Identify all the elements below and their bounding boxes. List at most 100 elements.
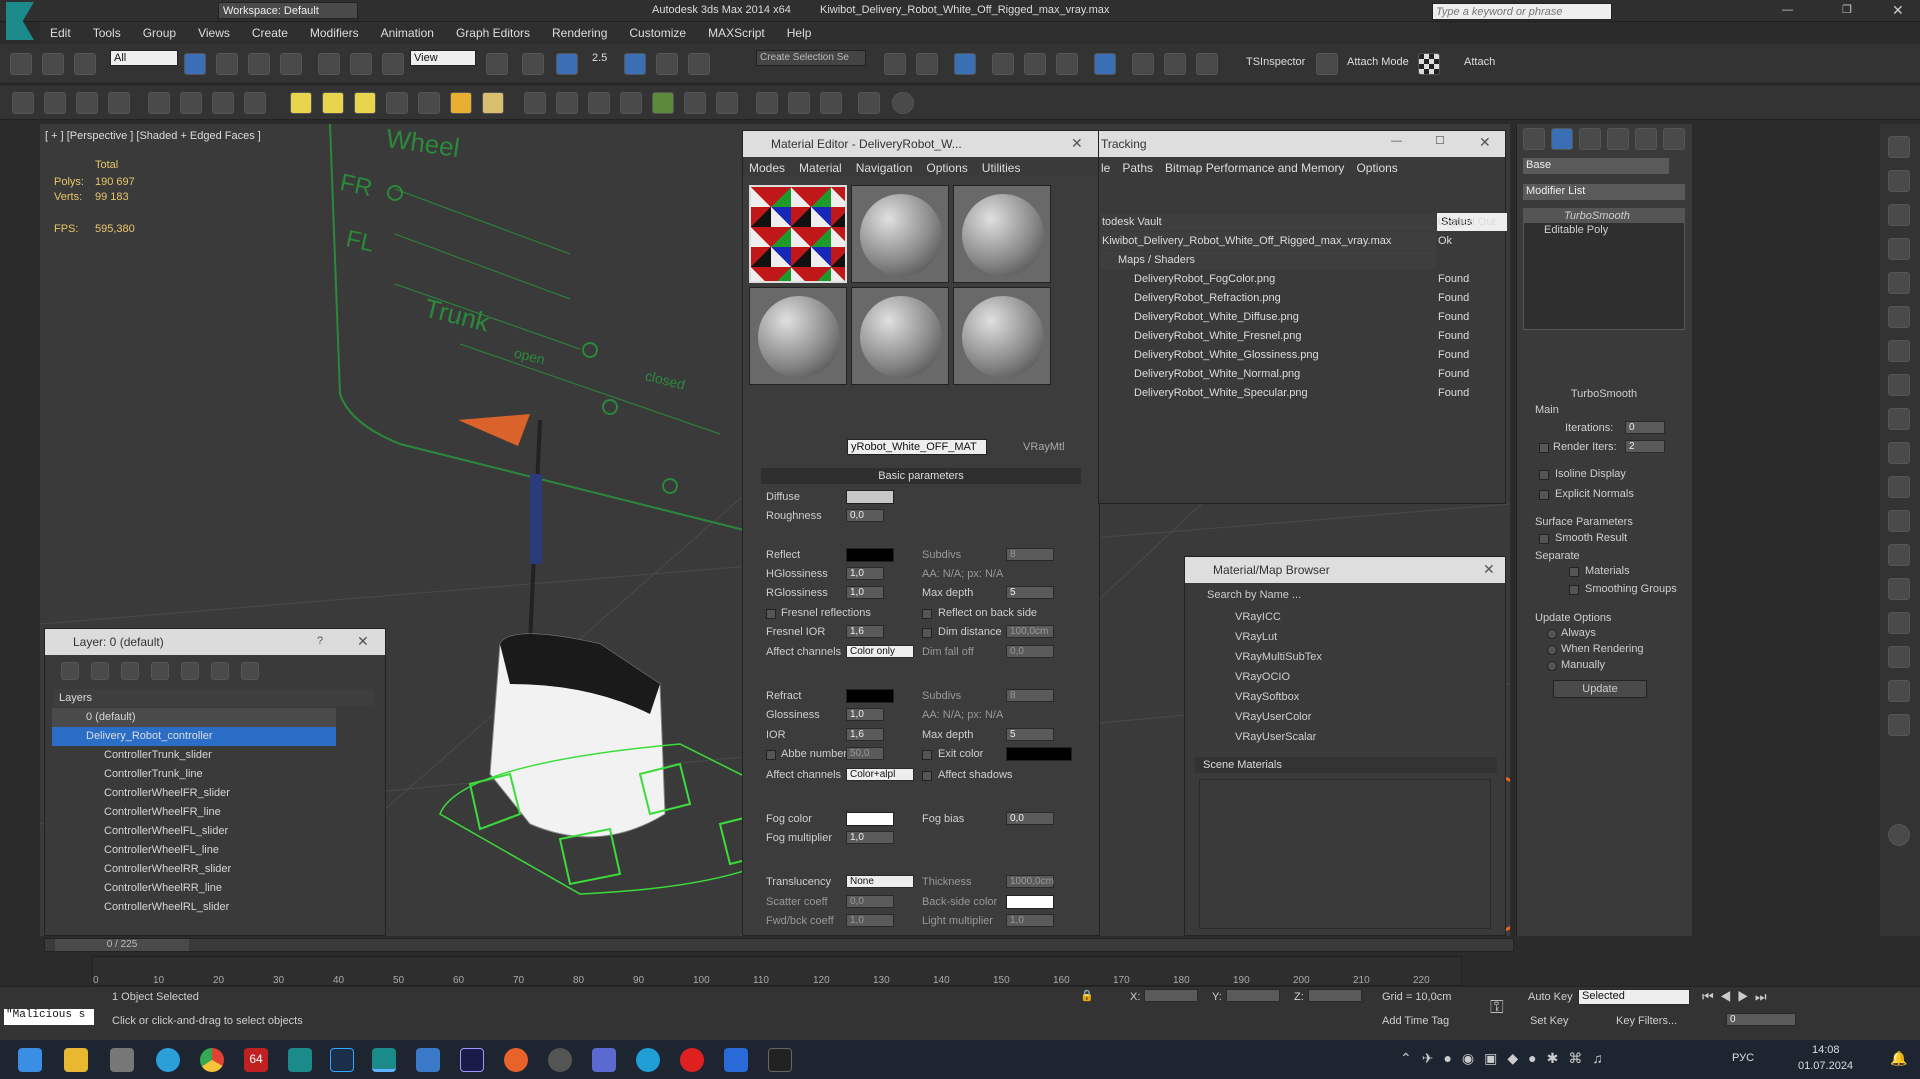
side-icon[interactable] — [1888, 442, 1910, 464]
thickness-field[interactable]: 1000,0cm — [1006, 875, 1054, 888]
named-selection-dropdown[interactable]: Create Selection Se — [756, 50, 866, 66]
material-slot[interactable] — [851, 287, 949, 385]
snap-toggle[interactable]: 2.5 — [592, 52, 607, 64]
taskbar-b-icon[interactable] — [724, 1048, 748, 1072]
select-by-name-icon[interactable] — [216, 53, 238, 75]
scene-materials-group[interactable]: Scene Materials — [1195, 757, 1497, 773]
max-depth-field-2[interactable]: 5 — [1006, 728, 1054, 741]
rotate-icon[interactable] — [350, 53, 372, 75]
curve-editor-icon[interactable] — [1024, 53, 1046, 75]
material-slot-checker[interactable] — [749, 185, 847, 283]
app-64-icon[interactable]: 64 — [244, 1048, 268, 1072]
roughness-field[interactable]: 0,0 — [846, 509, 884, 522]
diffuse-swatch[interactable] — [846, 490, 894, 504]
side-icon[interactable] — [1888, 136, 1910, 158]
glossiness-field[interactable]: 1,0 — [846, 708, 884, 721]
script-listener[interactable]: "Malicious s — [4, 1009, 94, 1025]
ior-field[interactable]: 1,6 — [846, 728, 884, 741]
stack-item-editable-poly[interactable]: Editable Poly — [1524, 223, 1684, 237]
proxy-icon[interactable] — [524, 92, 546, 114]
dim-distance-checkbox[interactable] — [922, 628, 932, 638]
material-editor-close-button[interactable]: ✕ — [1071, 135, 1083, 152]
search-input[interactable] — [1432, 3, 1612, 20]
menu-tools[interactable]: Tools — [83, 22, 133, 44]
affect-channels-dropdown[interactable]: Color only — [846, 645, 914, 658]
pivot-icon[interactable] — [486, 53, 508, 75]
rollout-basic-parameters[interactable]: Basic parameters — [761, 468, 1081, 484]
subdivs-field-2[interactable]: 8 — [1006, 689, 1054, 702]
layer-help-button[interactable]: ? — [317, 635, 323, 647]
fog-bias-field[interactable]: 0,0 — [1006, 812, 1054, 825]
side-icon[interactable] — [1888, 476, 1910, 498]
layer-row-selected[interactable]: Delivery_Robot_controller — [52, 727, 336, 746]
current-frame-field[interactable]: 0 — [1726, 1013, 1796, 1026]
vray-toolbar-icon-16[interactable] — [556, 92, 578, 114]
layer-row[interactable]: ControllerWheelFR_line — [52, 803, 336, 822]
material-slot[interactable] — [851, 185, 949, 283]
percent-snap-icon[interactable] — [656, 53, 678, 75]
help-icon[interactable] — [892, 92, 914, 114]
vray-toolbar-icon-18[interactable] — [620, 92, 642, 114]
reference-coord-dropdown[interactable]: View — [410, 50, 476, 66]
select-object-icon[interactable] — [184, 53, 206, 75]
terminal-icon[interactable] — [768, 1048, 792, 1072]
side-icon[interactable] — [1888, 714, 1910, 736]
layers-header[interactable]: Layers — [53, 689, 375, 707]
layer-row[interactable]: ControllerWheelRL_slider — [52, 898, 336, 917]
after-effects-icon[interactable] — [460, 1048, 484, 1072]
vray-toolbar-icon-25[interactable] — [858, 92, 880, 114]
vray-toolbar-icon-20[interactable] — [684, 92, 706, 114]
help-icon[interactable] — [1888, 824, 1910, 846]
browser-title[interactable]: Material/Map Browser — [1185, 557, 1505, 583]
browser-item[interactable]: VRayOCIO — [1235, 671, 1290, 683]
side-icon[interactable] — [1888, 204, 1910, 226]
viewport-label[interactable]: [ + ] [Perspective ] [Shaded + Edged Fac… — [45, 130, 261, 142]
vray-toolbar-icon-24[interactable] — [820, 92, 842, 114]
selection-filter-dropdown[interactable]: All — [110, 50, 178, 66]
attach-button[interactable]: Attach — [1464, 56, 1495, 68]
isoline-checkbox[interactable] — [1539, 470, 1549, 480]
side-icon[interactable] — [1888, 170, 1910, 192]
render-setup-icon[interactable] — [1132, 53, 1154, 75]
menu-edit[interactable]: Edit — [40, 22, 83, 44]
layer-row[interactable]: ControllerWheelRR_line — [52, 879, 336, 898]
affect-channels-dropdown-2[interactable]: Color+alpl — [846, 768, 914, 781]
side-icon[interactable] — [1888, 408, 1910, 430]
rendered-frame-icon[interactable] — [1164, 53, 1186, 75]
manually-radio[interactable] — [1547, 661, 1557, 671]
tracking-row-map[interactable]: DeliveryRobot_White_Normal.png — [1100, 365, 1570, 384]
time-slider[interactable]: 0 / 225 — [44, 938, 1514, 952]
vray-toolbar-icon-1[interactable] — [12, 92, 34, 114]
rect-selection-icon[interactable] — [248, 53, 270, 75]
sun-icon[interactable] — [450, 92, 472, 114]
browser-close-button[interactable]: ✕ — [1483, 561, 1495, 578]
vray-toolbar-icon-6[interactable] — [180, 92, 202, 114]
display-tab-icon[interactable] — [1635, 128, 1657, 150]
smooth-result-checkbox[interactable] — [1539, 534, 1549, 544]
maximize-button[interactable]: ❐ — [1842, 3, 1856, 16]
taskbar-save-icon[interactable] — [592, 1048, 616, 1072]
fur-icon[interactable] — [652, 92, 674, 114]
scatter-field[interactable]: 0,0 — [846, 895, 894, 908]
hierarchy-tab-icon[interactable] — [1579, 128, 1601, 150]
layer-close-button[interactable]: ✕ — [357, 633, 369, 650]
playback-controls[interactable]: ⏮◀▶⏭ — [1702, 989, 1773, 1005]
mat-type-button[interactable]: VRayMtl — [1023, 441, 1065, 453]
graphite-icon[interactable] — [992, 53, 1014, 75]
3dsmax-running-icon[interactable] — [372, 1048, 396, 1072]
max-depth-field[interactable]: 5 — [1006, 586, 1054, 599]
tracking-row-maps-folder[interactable]: Maps / Shaders — [1100, 251, 1436, 269]
material-editor-icon[interactable] — [1094, 53, 1116, 75]
layer-window-title[interactable]: Layer: 0 (default) — [45, 629, 385, 655]
layer-row[interactable]: ControllerWheelFL_line — [52, 841, 336, 860]
reflect-swatch[interactable] — [846, 548, 894, 562]
hglossiness-field[interactable]: 1,0 — [846, 567, 884, 580]
clock-date[interactable]: 01.07.2024 — [1798, 1060, 1853, 1072]
tracking-row-map[interactable]: DeliveryRobot_FogColor.png — [1100, 270, 1570, 289]
tracking-row-vault[interactable]: todesk Vault — [1100, 213, 1436, 231]
attach-mode-icon[interactable] — [1316, 53, 1338, 75]
tracking-menu-file[interactable]: le — [1099, 159, 1120, 181]
fresnel-ior-field[interactable]: 1,6 — [846, 625, 884, 638]
x-coord-field[interactable] — [1144, 989, 1198, 1002]
attach-mode-button[interactable]: Attach Mode — [1347, 56, 1409, 68]
